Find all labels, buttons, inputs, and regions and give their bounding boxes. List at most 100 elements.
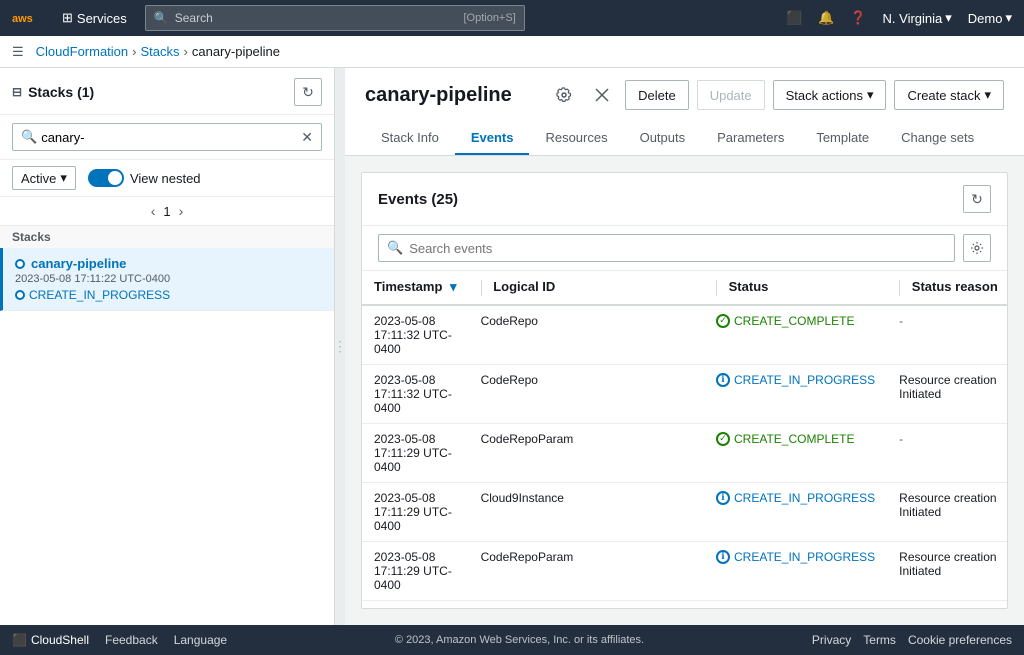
col-divider-3	[899, 280, 900, 296]
account-label: Demo	[968, 11, 1003, 26]
breadcrumb-sep-2: ›	[184, 44, 188, 59]
sidebar-title: ⊟ Stacks (1)	[12, 84, 94, 100]
events-search-wrap[interactable]: 🔍	[378, 234, 955, 262]
table-row: 2023-05-08 17:11:28 UTC-0400 BuildResult…	[362, 600, 1007, 608]
collapse-icon[interactable]: ⊟	[12, 85, 22, 99]
feedback-link[interactable]: Feedback	[105, 633, 158, 647]
cell-status: ✓ CREATE_COMPLETE	[704, 305, 887, 365]
bottom-right: Privacy Terms Cookie preferences	[812, 633, 1012, 647]
update-button[interactable]: Update	[697, 80, 765, 110]
tab-stack-info[interactable]: Stack Info	[365, 122, 455, 155]
sidebar-header: ⊟ Stacks (1) ↻	[0, 68, 334, 115]
page-number: 1	[163, 204, 170, 219]
global-search[interactable]: 🔍 Search [Option+S]	[145, 5, 525, 31]
stack-item[interactable]: canary-pipeline 2023-05-08 17:11:22 UTC-…	[0, 248, 334, 311]
tab-outputs[interactable]: Outputs	[624, 122, 702, 155]
account-selector[interactable]: Demo ▾	[968, 10, 1012, 26]
help-icon[interactable]: ❓	[850, 10, 866, 26]
svg-text:aws: aws	[12, 13, 33, 25]
language-link[interactable]: Language	[174, 633, 227, 647]
cell-logical-id: CodeRepoParam	[469, 541, 704, 600]
region-chevron: ▾	[945, 10, 952, 26]
sort-arrow: ▾	[450, 279, 457, 294]
col-status-reason[interactable]: Status reason	[887, 271, 1007, 305]
close-icon-button[interactable]	[587, 80, 617, 110]
cell-status: ℹ CREATE_IN_PROGRESS	[704, 600, 887, 608]
status-icon: ✓	[716, 432, 730, 446]
delete-label: Delete	[638, 88, 676, 103]
col-divider-2	[716, 280, 717, 296]
breadcrumb-cloudformation[interactable]: CloudFormation	[36, 44, 129, 59]
tab-change-sets[interactable]: Change sets	[885, 122, 990, 155]
nested-toggle[interactable]	[88, 169, 124, 187]
status-text: CREATE_COMPLETE	[734, 314, 854, 328]
main-content: canary-pipeline	[345, 68, 1024, 625]
filter-value: Active	[21, 171, 56, 186]
table-row: 2023-05-08 17:11:32 UTC-0400 CodeRepo ℹ …	[362, 364, 1007, 423]
resize-handle[interactable]: ⋮	[335, 68, 345, 625]
breadcrumb-sep-1: ›	[132, 44, 136, 59]
cell-reason: -	[887, 423, 1007, 482]
events-gear-icon	[970, 241, 984, 255]
table-row: 2023-05-08 17:11:29 UTC-0400 Cloud9Insta…	[362, 482, 1007, 541]
nav-right: ⬛ 🔔 ❓ N. Virginia ▾ Demo ▾	[786, 10, 1012, 26]
services-button[interactable]: ⊞ Services	[54, 6, 135, 30]
gear-icon	[556, 87, 572, 103]
privacy-link[interactable]: Privacy	[812, 633, 851, 647]
list-header-text: Stacks	[12, 230, 51, 244]
tab-events[interactable]: Events	[455, 122, 530, 155]
col-logical-id[interactable]: Logical ID	[469, 271, 704, 305]
cell-timestamp: 2023-05-08 17:11:32 UTC-0400	[362, 364, 469, 423]
events-settings-button[interactable]	[963, 234, 991, 262]
breadcrumb-stacks[interactable]: Stacks	[141, 44, 180, 59]
stack-status-text: CREATE_IN_PROGRESS	[29, 288, 170, 302]
filter-select[interactable]: Active ▾	[12, 166, 76, 190]
tab-parameters[interactable]: Parameters	[701, 122, 800, 155]
events-refresh-button[interactable]: ↻	[963, 185, 991, 213]
stack-actions-label: Stack actions	[786, 88, 863, 103]
stack-actions-button[interactable]: Stack actions ▾	[773, 80, 887, 110]
cell-logical-id: CodeRepo	[469, 364, 704, 423]
search-placeholder: Search	[175, 11, 213, 25]
tab-template[interactable]: Template	[800, 122, 885, 155]
table-row: 2023-05-08 17:11:29 UTC-0400 CodeRepoPar…	[362, 541, 1007, 600]
settings-icon-button[interactable]	[549, 80, 579, 110]
events-search-row: 🔍	[362, 226, 1007, 271]
cloudshell-button[interactable]: ⬛ CloudShell	[12, 633, 89, 647]
cell-status: ℹ CREATE_IN_PROGRESS	[704, 541, 887, 600]
cell-status: ℹ CREATE_IN_PROGRESS	[704, 482, 887, 541]
col-timestamp[interactable]: Timestamp ▾	[362, 271, 469, 305]
events-card: Events (25) ↻ 🔍	[361, 172, 1008, 609]
delete-button[interactable]: Delete	[625, 80, 689, 110]
status-text: CREATE_IN_PROGRESS	[734, 550, 875, 564]
create-stack-chevron: ▾	[984, 87, 991, 103]
sidebar-search-clear[interactable]: ✕	[301, 129, 313, 146]
tab-resources[interactable]: Resources	[529, 122, 623, 155]
terms-link[interactable]: Terms	[863, 633, 896, 647]
col-status[interactable]: Status	[704, 271, 887, 305]
cell-reason: Resource creation Initiated	[887, 482, 1007, 541]
events-search-input[interactable]	[409, 241, 946, 256]
hamburger-menu[interactable]: ☰	[12, 44, 24, 60]
bottom-left: ⬛ CloudShell Feedback Language	[12, 633, 227, 647]
sidebar-list-header: Stacks	[0, 226, 334, 248]
region-selector[interactable]: N. Virginia ▾	[883, 10, 952, 26]
sidebar-search-input[interactable]	[41, 130, 301, 145]
content-tabs: Stack Info Events Resources Outputs Para…	[365, 122, 1004, 155]
cell-timestamp: 2023-05-08 17:11:29 UTC-0400	[362, 541, 469, 600]
cell-status: ℹ CREATE_IN_PROGRESS	[704, 364, 887, 423]
sidebar-search-input-wrap[interactable]: 🔍 ✕	[12, 123, 322, 151]
content-header: canary-pipeline	[345, 68, 1024, 156]
events-table: Timestamp ▾ Logical ID Status	[362, 271, 1007, 608]
stack-date: 2023-05-08 17:11:22 UTC-0400	[15, 273, 322, 285]
sidebar-refresh-button[interactable]: ↻	[294, 78, 322, 106]
col-divider	[481, 280, 482, 296]
terminal-icon[interactable]: ⬛	[786, 10, 802, 26]
events-card-header: Events (25) ↻	[362, 173, 1007, 226]
sidebar: ⊟ Stacks (1) ↻ 🔍 ✕ Active ▾ View nested …	[0, 68, 335, 625]
create-stack-button[interactable]: Create stack ▾	[894, 80, 1004, 110]
prev-page-button[interactable]: ‹	[151, 203, 156, 219]
next-page-button[interactable]: ›	[179, 203, 184, 219]
cookie-preferences-link[interactable]: Cookie preferences	[908, 633, 1012, 647]
bell-icon[interactable]: 🔔	[818, 10, 834, 26]
